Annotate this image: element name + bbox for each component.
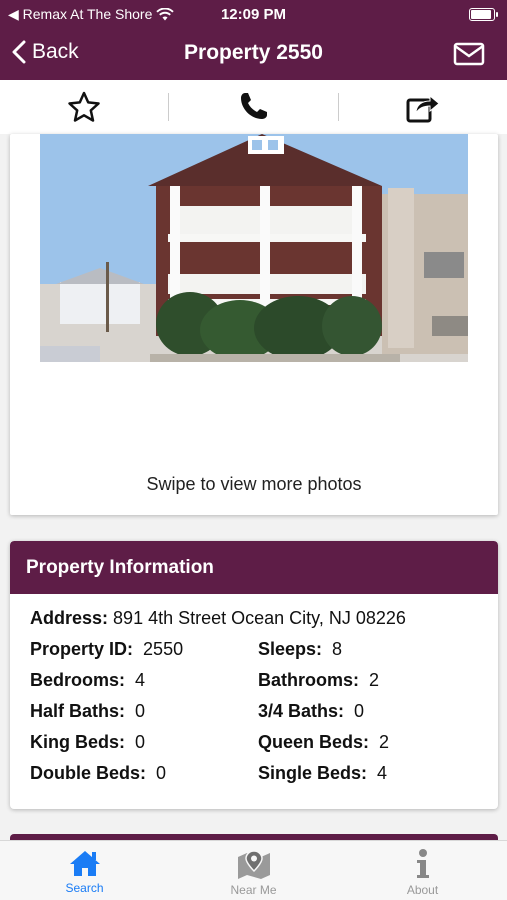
bathrooms-label: Bathrooms: bbox=[258, 670, 360, 690]
half-baths-label: Half Baths: bbox=[30, 701, 126, 721]
single-beds-value: 4 bbox=[377, 763, 388, 783]
tab-about-label: About bbox=[406, 883, 439, 897]
property-photo[interactable] bbox=[40, 134, 468, 362]
three-quarter-baths-label: 3/4 Baths: bbox=[258, 701, 345, 721]
half-baths-value: 0 bbox=[135, 701, 146, 721]
bedrooms-label: Bedrooms: bbox=[30, 670, 126, 690]
action-toolbar bbox=[0, 80, 507, 134]
king-beds-value: 0 bbox=[135, 732, 146, 752]
tab-near-me-label: Near Me bbox=[230, 883, 277, 897]
queen-beds-label: Queen Beds: bbox=[258, 732, 370, 752]
home-icon bbox=[69, 851, 100, 876]
king-beds: King Beds: 0 bbox=[30, 732, 258, 763]
property-id-label: Property ID: bbox=[30, 639, 134, 659]
favorite-button[interactable] bbox=[0, 80, 168, 134]
three-quarter-baths-value: 0 bbox=[354, 701, 365, 721]
tab-near-me[interactable]: Near Me bbox=[169, 841, 338, 900]
photo-gallery-card[interactable]: Swipe to view more photos bbox=[10, 134, 498, 515]
sleeps-value: 8 bbox=[332, 639, 343, 659]
tab-search[interactable]: Search bbox=[0, 841, 169, 900]
bedrooms: Bedrooms: 4 bbox=[30, 670, 258, 701]
address-value: 891 4th Street Ocean City, NJ 08226 bbox=[113, 608, 406, 628]
three-quarter-baths: 3/4 Baths: 0 bbox=[258, 701, 486, 732]
share-button[interactable] bbox=[339, 80, 507, 134]
info-row: King Beds: 0 Queen Beds: 2 bbox=[30, 732, 498, 763]
page-title: Property 2550 bbox=[184, 41, 323, 64]
half-baths: Half Baths: 0 bbox=[30, 701, 258, 732]
bathrooms-value: 2 bbox=[369, 670, 380, 690]
email-button[interactable] bbox=[453, 42, 485, 71]
bathrooms: Bathrooms: 2 bbox=[258, 670, 486, 701]
info-row: Double Beds: 0 Single Beds: 4 bbox=[30, 763, 498, 794]
king-beds-label: King Beds: bbox=[30, 732, 126, 752]
property-info-header: Property Information bbox=[10, 541, 498, 594]
address: Address: 891 4th Street Ocean City, NJ 0… bbox=[30, 608, 406, 639]
sleeps: Sleeps: 8 bbox=[258, 639, 486, 670]
star-icon bbox=[68, 91, 100, 122]
mail-icon bbox=[453, 42, 485, 66]
photo-caption: Swipe to view more photos bbox=[146, 474, 362, 494]
sleeps-label: Sleeps: bbox=[258, 639, 323, 659]
tab-search-label: Search bbox=[65, 881, 104, 895]
house-photo-illustration bbox=[40, 134, 468, 362]
double-beds-value: 0 bbox=[156, 763, 167, 783]
double-beds: Double Beds: 0 bbox=[30, 763, 258, 794]
property-info-card: Property Information Address: 891 4th St… bbox=[10, 541, 498, 809]
queen-beds: Queen Beds: 2 bbox=[258, 732, 486, 763]
property-info-body: Address: 891 4th Street Ocean City, NJ 0… bbox=[10, 594, 498, 794]
battery-icon bbox=[469, 8, 498, 21]
status-bar: ◀ Remax At The Shore 12:09 PM bbox=[0, 0, 507, 30]
clock: 12:09 PM bbox=[220, 6, 287, 23]
navigation-bar: Back Property 2550 bbox=[0, 30, 507, 80]
tab-about[interactable]: About bbox=[338, 841, 507, 900]
bedrooms-value: 4 bbox=[135, 670, 146, 690]
address-label: Address: bbox=[30, 608, 109, 628]
info-row: Bedrooms: 4 Bathrooms: 2 bbox=[30, 670, 498, 701]
address-row: Address: 891 4th Street Ocean City, NJ 0… bbox=[30, 608, 498, 639]
single-beds: Single Beds: 4 bbox=[258, 763, 486, 794]
property-id-value: 2550 bbox=[143, 639, 184, 659]
phone-icon bbox=[241, 93, 268, 119]
info-icon bbox=[416, 849, 429, 878]
single-beds-label: Single Beds: bbox=[258, 763, 368, 783]
property-id: Property ID: 2550 bbox=[30, 639, 258, 670]
double-beds-label: Double Beds: bbox=[30, 763, 147, 783]
info-row: Property ID: 2550 Sleeps: 8 bbox=[30, 639, 498, 670]
info-row: Half Baths: 0 3/4 Baths: 0 bbox=[30, 701, 498, 732]
share-icon bbox=[406, 94, 440, 123]
queen-beds-value: 2 bbox=[379, 732, 390, 752]
tab-bar: Search Near Me About bbox=[0, 840, 507, 900]
map-pin-icon bbox=[237, 850, 270, 879]
call-button[interactable] bbox=[169, 80, 337, 134]
